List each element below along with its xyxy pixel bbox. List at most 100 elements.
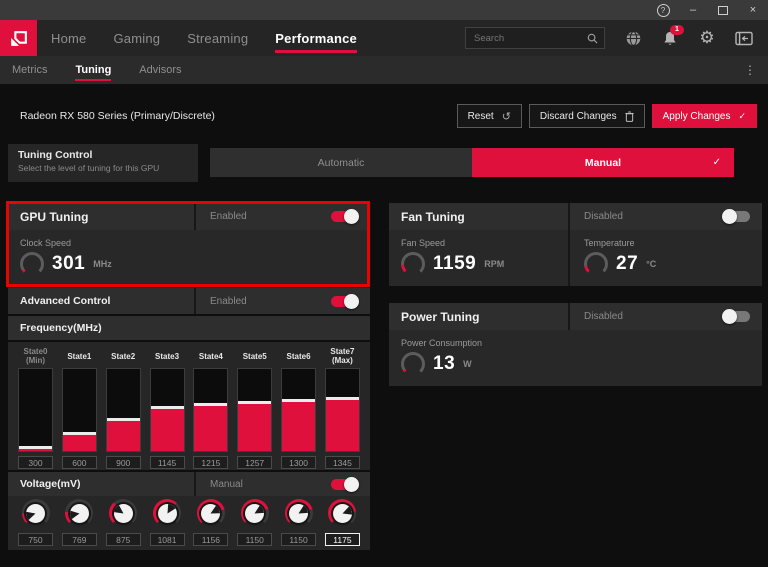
fan-readouts-row: Fan Speed 1159 RPM Temperature 27 °C [389,230,762,286]
tuning-mode-automatic[interactable]: Automatic [210,148,472,177]
voltage-manual-toggle[interactable] [331,476,359,492]
temperature-unit: °C [646,259,657,269]
clock-speed-unit: MHz [93,259,112,269]
temperature-gauge [584,252,608,276]
frequency-value-input[interactable]: 1300 [281,456,317,469]
advanced-control-title: Advanced Control [8,288,196,314]
fan-speed-value: 1159 [433,253,477,274]
frequency-slider[interactable] [281,368,317,452]
more-options-button[interactable]: ⋮ [742,63,758,77]
slider-handle[interactable] [150,406,184,410]
nav-item-gaming[interactable]: Gaming [113,20,160,56]
main-navbar: Home Gaming Streaming Performance Search… [0,20,768,56]
notifications-button[interactable]: 1 [661,25,684,47]
frequency-value-input[interactable]: 600 [61,456,97,469]
settings-button[interactable]: ⚙ [698,29,716,47]
slider-handle[interactable] [238,400,272,404]
voltage-knob[interactable] [65,499,94,527]
voltage-knob[interactable] [240,499,269,527]
slider-handle[interactable] [106,417,140,421]
gpu-tuning-toggle[interactable] [331,209,359,224]
frequency-slider[interactable] [105,368,141,452]
frequency-value-input[interactable]: 1345 [324,456,360,469]
close-button[interactable]: × [738,0,768,20]
voltage-knob[interactable] [153,499,182,527]
fan-speed-label: Fan Speed [401,238,446,248]
tuning-mode-manual[interactable]: Manual ✓ [472,148,734,177]
nav-item-home[interactable]: Home [51,20,86,56]
frequency-value-input[interactable]: 1145 [149,456,185,469]
tab-tuning[interactable]: Tuning [75,56,111,84]
window-titlebar: ? – × [0,0,768,20]
power-consumption-gauge [401,352,425,376]
search-input[interactable] [472,31,583,45]
fan-speed-unit: RPM [484,259,505,269]
tab-advisors[interactable]: Advisors [139,56,181,84]
gpu-tuning-title: GPU Tuning [8,203,196,230]
voltage-value-input[interactable]: 750 [18,533,53,546]
fan-tuning-title: Fan Tuning [389,203,570,230]
power-tuning-toggle[interactable] [722,309,750,324]
advanced-control-toggle[interactable] [331,293,359,309]
voltage-value-input[interactable]: 1156 [193,533,229,546]
fan-tuning-toggle[interactable] [722,209,750,224]
tab-metrics[interactable]: Metrics [12,56,47,84]
voltage-knob[interactable] [284,499,313,527]
frequency-slider[interactable] [324,368,360,452]
device-name: Radeon RX 580 Series (Primary/Discrete) [20,110,215,122]
frequency-value-input[interactable]: 1257 [237,456,273,469]
voltage-value-input[interactable]: 1150 [281,533,317,546]
slider-handle[interactable] [282,398,316,402]
nav-item-performance[interactable]: Performance [275,20,357,56]
voltage-value-input[interactable]: 1081 [149,533,185,546]
minimize-button[interactable]: – [678,0,708,20]
voltage-knob[interactable] [328,499,357,527]
web-globe-button[interactable] [624,29,642,47]
nav-item-streaming[interactable]: Streaming [187,20,248,56]
apply-changes-button[interactable]: Apply Changes ✓ [651,104,757,128]
frequency-slider[interactable] [193,368,229,452]
nav-items: Home Gaming Streaming Performance [51,20,357,56]
state-label: State6 [286,351,311,361]
tuning-control-title: Tuning Control [18,149,93,161]
frequency-value-input[interactable]: 1215 [193,456,229,469]
frequency-value-input[interactable]: 900 [105,456,141,469]
slider-handle[interactable] [19,445,52,449]
frequency-value-boxes: 300 600 900 1145 1215 1257 1300 1345 [18,456,360,469]
amd-arrow-icon [11,30,27,46]
voltage-value-input[interactable]: 1175 [324,533,360,546]
frequency-slider[interactable] [237,368,273,452]
voltage-knob[interactable] [196,499,225,527]
voltage-value-boxes: 750 769 875 1081 1156 1150 1150 1175 [18,533,360,546]
toolbar-buttons: Reset ↺ Discard Changes Apply Changes ✓ [456,104,757,128]
voltage-value-input[interactable]: 769 [61,533,97,546]
reset-button[interactable]: Reset ↺ [456,104,522,128]
overlay-panel-icon [735,31,753,45]
frequency-state-labels: State0 (Min) State1 State2 State3 State4 State… [18,344,360,368]
voltage-knob[interactable] [109,499,138,527]
help-button[interactable]: ? [648,0,678,20]
voltage-value-input[interactable]: 1150 [237,533,273,546]
discard-changes-button[interactable]: Discard Changes [528,104,645,128]
frequency-slider[interactable] [61,368,97,452]
overlay-button[interactable] [735,29,753,47]
maximize-button[interactable] [708,0,738,20]
frequency-slider[interactable] [149,368,185,452]
search-box[interactable] [465,27,605,49]
frequency-slider[interactable] [18,368,53,452]
fan-tuning-status: Disabled [584,211,623,222]
frequency-chart: State0 (Min) State1 State2 State3 State4 State… [8,342,370,470]
clock-speed-label: Clock Speed [20,238,72,248]
advanced-control-status: Enabled [210,295,247,307]
voltage-knob[interactable] [21,499,50,527]
slider-handle[interactable] [325,396,359,400]
tuning-mode-segmented: Automatic Manual ✓ [210,148,734,177]
temperature-value: 27 [616,253,639,274]
slider-handle[interactable] [62,431,96,435]
slider-handle[interactable] [194,402,228,406]
voltage-value-input[interactable]: 875 [105,533,141,546]
frequency-value-input[interactable]: 300 [18,456,53,469]
gear-icon: ⚙ [699,28,715,47]
amd-logo[interactable] [0,20,37,56]
gpu-tuning-header: GPU Tuning Enabled [8,203,370,230]
